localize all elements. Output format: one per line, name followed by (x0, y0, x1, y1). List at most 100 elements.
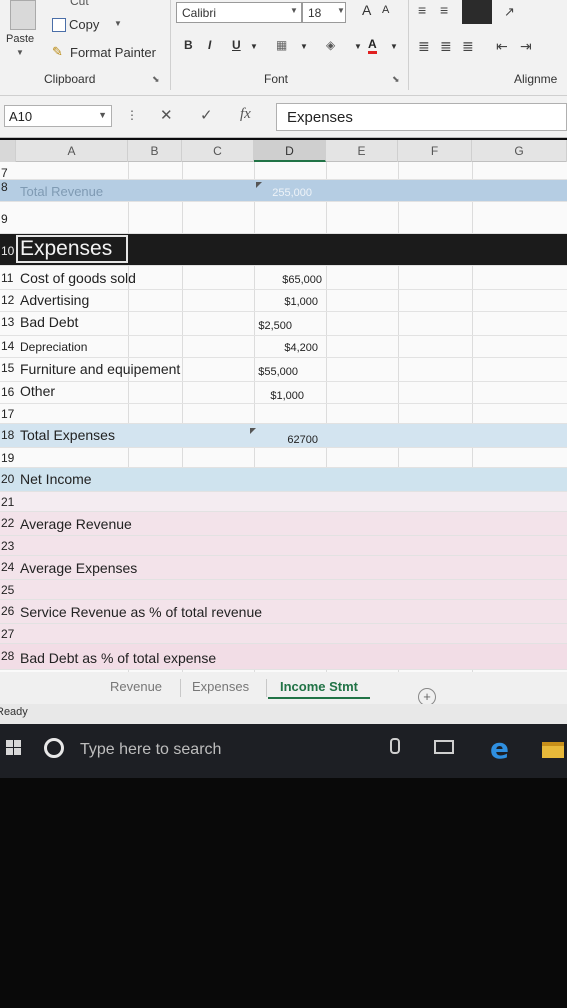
paste-button[interactable]: Paste (6, 33, 34, 45)
cell-a13[interactable]: Bad Debt (20, 314, 78, 330)
table-row[interactable]: 25 (0, 580, 567, 600)
row-number[interactable]: 8 (0, 180, 16, 201)
formula-input[interactable]: Expenses (276, 103, 567, 131)
table-row[interactable]: 18 Total Expenses 62700 (0, 424, 567, 448)
cell-a12[interactable]: Advertising (20, 292, 89, 308)
taskbar-search-input[interactable]: Type here to search (80, 741, 221, 759)
cell-d11[interactable]: $65,000 (232, 274, 322, 286)
table-row[interactable]: 16 Other $1,000 (0, 382, 567, 404)
table-row[interactable]: 11 Cost of goods sold $65,000 (0, 268, 567, 290)
cell-a20[interactable]: Net Income (20, 471, 92, 487)
cell-a24[interactable]: Average Expenses (20, 560, 137, 576)
cortana-icon[interactable] (44, 738, 64, 758)
align-left-icon[interactable]: ≣ (418, 38, 431, 55)
cell-d13[interactable]: $2,500 (202, 320, 292, 332)
table-row[interactable]: 23 (0, 536, 567, 556)
borders-icon[interactable]: ▦ (276, 38, 287, 52)
table-row[interactable]: 27 (0, 624, 567, 644)
table-row[interactable]: 19 (0, 448, 567, 468)
table-row[interactable]: 28 Bad Debt as % of total expense (0, 644, 567, 670)
chevron-down-icon[interactable]: ▼ (354, 42, 362, 51)
row-number[interactable]: 11 (0, 268, 16, 289)
table-row[interactable]: 15 Furniture and equipement $55,000 (0, 358, 567, 382)
fill-color-icon[interactable]: ◈ (326, 38, 335, 52)
italic-button[interactable]: I (208, 38, 211, 52)
cell-d16[interactable]: $1,000 (214, 390, 304, 402)
chevron-down-icon[interactable]: ▼ (114, 19, 122, 28)
cancel-icon[interactable]: ✕ (160, 106, 173, 124)
cell-d8[interactable]: 255,000 (222, 187, 312, 199)
task-view-icon[interactable] (434, 740, 454, 754)
align-right-icon[interactable]: ≣ (462, 38, 475, 55)
cell-a10[interactable]: Expenses (20, 237, 112, 261)
cell-a28[interactable]: Bad Debt as % of total expense (20, 650, 216, 666)
row-number[interactable]: 10 (0, 234, 16, 265)
table-row[interactable]: 8 Total Revenue 255,000 (0, 180, 567, 202)
row-number[interactable]: 25 (0, 580, 16, 599)
decrease-indent-icon[interactable]: ⇤ (496, 38, 509, 55)
row-number[interactable]: 18 (0, 424, 16, 447)
row-number[interactable]: 9 (0, 212, 16, 226)
table-row[interactable]: 14 Depreciation $4,200 (0, 336, 567, 358)
cell-a18[interactable]: Total Expenses (20, 427, 115, 443)
row-number[interactable]: 13 (0, 312, 16, 335)
microphone-icon[interactable] (390, 738, 400, 754)
windows-start-icon[interactable] (6, 740, 22, 756)
font-name-select[interactable]: Calibri (176, 2, 302, 23)
cell-a22[interactable]: Average Revenue (20, 516, 132, 532)
shrink-font-button[interactable]: A (382, 4, 389, 16)
row-number[interactable]: 7 (0, 166, 16, 180)
tab-expenses[interactable]: Expenses (192, 679, 249, 694)
chevron-down-icon[interactable]: ▼ (16, 48, 24, 57)
cell-a16[interactable]: Other (20, 383, 55, 399)
row-number[interactable]: 27 (0, 624, 16, 643)
row-number[interactable]: 20 (0, 468, 16, 491)
bold-button[interactable]: B (184, 38, 193, 52)
chevron-down-icon[interactable]: ▼ (337, 6, 345, 15)
dialog-launcher-icon[interactable]: ⬊ (152, 74, 160, 85)
orientation-icon[interactable]: ↗ (504, 4, 516, 20)
underline-button[interactable]: U (232, 38, 241, 52)
table-row[interactable]: 22 Average Revenue (0, 512, 567, 536)
format-painter-button[interactable]: Format Painter (70, 45, 156, 60)
table-row[interactable]: 24 Average Expenses (0, 556, 567, 580)
tab-revenue[interactable]: Revenue (110, 679, 162, 694)
table-row[interactable]: 26 Service Revenue as % of total revenue (0, 600, 567, 624)
cell-d15[interactable]: $55,000 (208, 366, 298, 378)
file-explorer-icon[interactable] (542, 742, 564, 758)
chevron-down-icon[interactable]: ▼ (290, 6, 298, 15)
align-middle-icon[interactable]: ≡ (440, 2, 449, 18)
increase-indent-icon[interactable]: ⇥ (520, 38, 533, 55)
tab-income-stmt[interactable]: Income Stmt (268, 679, 371, 699)
cut-button[interactable]: Cut (70, 0, 89, 8)
select-all-corner[interactable] (0, 140, 16, 162)
row-number[interactable]: 15 (0, 358, 16, 381)
column-header-c[interactable]: C (182, 140, 254, 162)
row-number[interactable]: 16 (0, 382, 16, 403)
chevron-down-icon[interactable]: ▼ (390, 42, 398, 51)
cell-d14[interactable]: $4,200 (228, 342, 318, 354)
row-number[interactable]: 14 (0, 336, 16, 357)
row-number[interactable]: 24 (0, 556, 16, 579)
cell-a11[interactable]: Cost of goods sold (20, 270, 136, 286)
chevron-down-icon[interactable]: ▼ (98, 110, 107, 120)
cell-a8[interactable]: Total Revenue (20, 184, 103, 199)
chevron-down-icon[interactable]: ▼ (300, 42, 308, 51)
table-row[interactable]: 9 (0, 202, 567, 234)
edge-browser-icon[interactable]: e (490, 732, 509, 765)
column-header-f[interactable]: F (398, 140, 472, 162)
enter-icon[interactable]: ✓ (200, 106, 213, 124)
align-top-icon[interactable]: ≡ (418, 2, 427, 18)
row-number[interactable]: 21 (0, 492, 16, 511)
column-header-d[interactable]: D (254, 140, 326, 162)
cell-d18[interactable]: 62700 (228, 434, 318, 446)
column-header-b[interactable]: B (128, 140, 182, 162)
copy-button[interactable]: Copy (69, 17, 99, 32)
cell-a26[interactable]: Service Revenue as % of total revenue (20, 604, 262, 620)
wrap-text-icon[interactable] (462, 0, 492, 24)
insert-function-icon[interactable]: fx (240, 106, 251, 123)
row-number[interactable]: 26 (0, 600, 16, 623)
table-row[interactable]: 12 Advertising $1,000 (0, 290, 567, 312)
cell-a14[interactable]: Depreciation (20, 340, 87, 354)
row-number[interactable]: 12 (0, 290, 16, 311)
